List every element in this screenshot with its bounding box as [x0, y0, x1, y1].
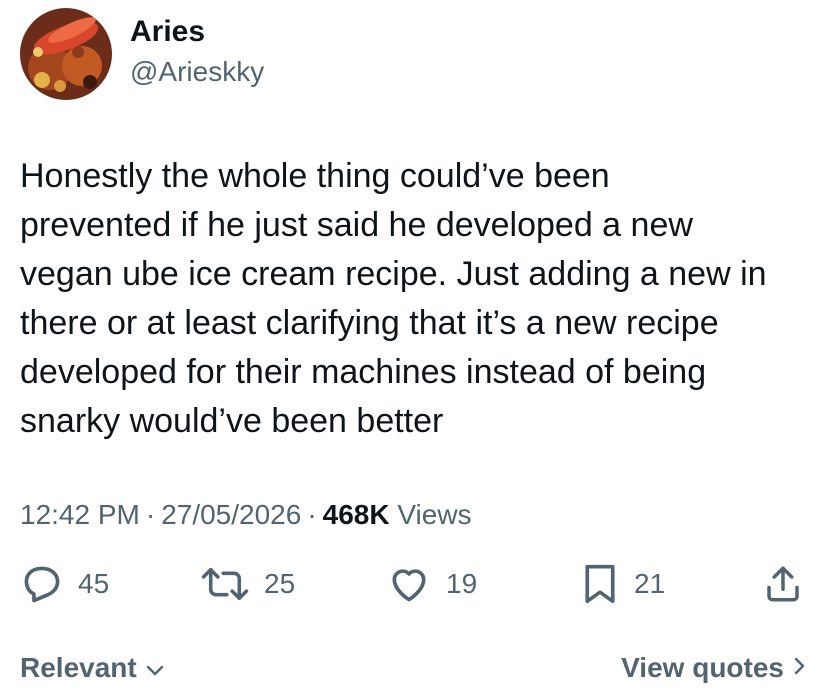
like-button[interactable]: 19 — [386, 556, 477, 612]
sort-replies-dropdown[interactable]: Relevant — [20, 652, 165, 684]
share-icon — [762, 562, 804, 606]
avatar-image — [20, 8, 112, 100]
author-name[interactable]: Aries — [130, 14, 205, 50]
tweet-line: snarky would’ve been better — [20, 402, 444, 440]
tweet-time[interactable]: 12:42 PM — [20, 499, 140, 530]
heart-icon — [386, 562, 432, 606]
avatar[interactable] — [20, 8, 112, 100]
chevron-right-icon — [792, 652, 806, 684]
tweet-line: prevented if he just said he developed a… — [20, 206, 693, 244]
tweet-line: vegan ube ice cream recipe. Just adding … — [20, 255, 767, 293]
views-count: 468K — [322, 499, 390, 530]
share-button[interactable] — [762, 556, 804, 612]
reply-count: 45 — [78, 568, 110, 599]
meta-separator: · — [307, 499, 317, 530]
tweet-line: developed for their machines instead of … — [20, 353, 707, 391]
like-count: 19 — [446, 568, 478, 599]
sort-label: Relevant — [20, 652, 137, 683]
bookmark-button[interactable]: 21 — [580, 556, 665, 612]
bookmark-count: 21 — [634, 568, 666, 599]
tweet-text: Honestly the whole thing could’ve been p… — [20, 152, 810, 446]
author-handle[interactable]: @Arieskky — [130, 54, 264, 90]
tweet-line: Honestly the whole thing could’ve been — [20, 157, 610, 195]
repost-icon — [200, 562, 250, 606]
view-quotes-link[interactable]: View quotes — [621, 652, 806, 684]
chevron-down-icon — [145, 652, 165, 684]
meta-separator: · — [145, 499, 156, 530]
tweet-date[interactable]: 27/05/2026 — [161, 499, 301, 530]
reply-button[interactable]: 45 — [20, 556, 109, 612]
views-label: Views — [397, 499, 472, 530]
repost-button[interactable]: 25 — [200, 556, 295, 612]
tweet-line: there or at least clarifying that it’s a… — [20, 304, 719, 342]
action-bar: 45 25 19 21 — [0, 556, 828, 612]
tweet-meta: 12:42 PM · 27/05/2026 · 468K Views — [20, 497, 472, 533]
repost-count: 25 — [264, 568, 296, 599]
bookmark-icon — [580, 562, 620, 606]
view-quotes-label: View quotes — [621, 652, 784, 683]
reply-icon — [20, 562, 64, 606]
